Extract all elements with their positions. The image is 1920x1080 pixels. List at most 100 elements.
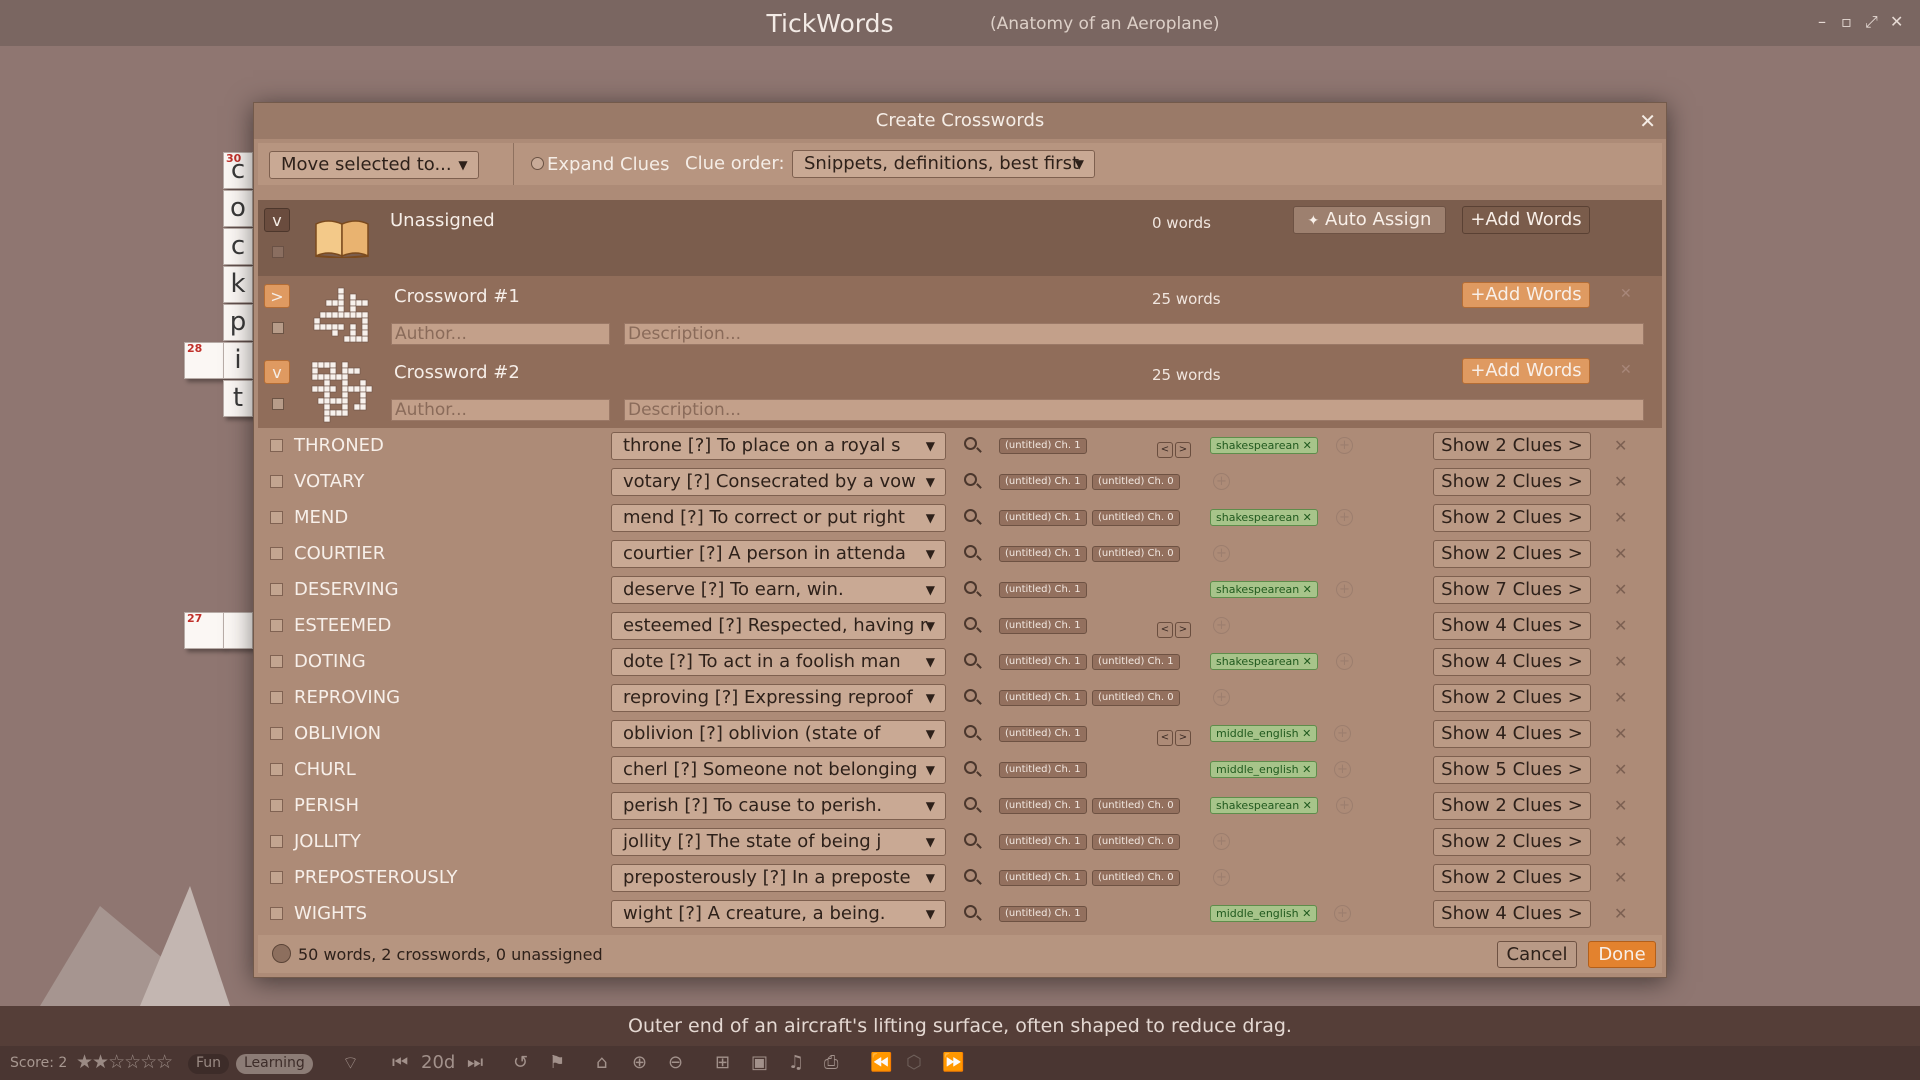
- row-checkbox[interactable]: [270, 439, 283, 452]
- remove-word-icon[interactable]: ✕: [1614, 652, 1627, 671]
- search-icon[interactable]: [964, 833, 977, 846]
- prev-arrow-icon[interactable]: <: [1157, 442, 1173, 458]
- author-field[interactable]: Author...: [391, 399, 610, 421]
- skip-back-icon[interactable]: ⏪: [870, 1052, 892, 1073]
- delete-crossword-icon[interactable]: ✕: [1620, 362, 1632, 378]
- zoom-out-icon[interactable]: ⊖: [668, 1052, 683, 1073]
- tag-chip[interactable]: shakespearean ✕: [1210, 653, 1318, 670]
- add-tag-icon[interactable]: +: [1334, 761, 1351, 778]
- tag-remove-icon[interactable]: ✕: [1303, 799, 1312, 812]
- show-clues-button[interactable]: Show 4 Clues >: [1433, 648, 1591, 676]
- source-chip[interactable]: (untitled) Ch. 1: [999, 762, 1087, 778]
- row-checkbox[interactable]: [270, 475, 283, 488]
- show-clues-button[interactable]: Show 4 Clues >: [1433, 612, 1591, 640]
- next-icon[interactable]: ⏭: [467, 1052, 483, 1073]
- add-tag-icon[interactable]: +: [1336, 653, 1353, 670]
- remove-word-icon[interactable]: ✕: [1614, 472, 1627, 491]
- add-tag-icon[interactable]: +: [1336, 581, 1353, 598]
- grid-cell[interactable]: t: [223, 380, 253, 417]
- tag-chip[interactable]: middle_english ✕: [1210, 725, 1318, 742]
- remove-word-icon[interactable]: ✕: [1614, 724, 1627, 743]
- auto-assign-button[interactable]: ✦ Auto Assign: [1293, 206, 1446, 234]
- add-tag-icon[interactable]: +: [1213, 545, 1230, 562]
- fold-icon[interactable]: ⌔: [342, 1052, 359, 1075]
- group-expand-toggle[interactable]: >: [264, 284, 290, 308]
- source-chip[interactable]: (untitled) Ch. 1: [999, 726, 1087, 742]
- source-chip[interactable]: (untitled) Ch. 1: [999, 834, 1087, 850]
- source-chip[interactable]: (untitled) Ch. 0: [1092, 510, 1180, 526]
- clue-select-dropdown[interactable]: votary [?] Consecrated by a vow ▼: [611, 468, 946, 496]
- fullscreen-icon[interactable]: ⤢: [1865, 12, 1878, 32]
- clue-select-dropdown[interactable]: mend [?] To correct or put right ▼: [611, 504, 946, 532]
- show-clues-button[interactable]: Show 4 Clues >: [1433, 720, 1591, 748]
- source-chip[interactable]: (untitled) Ch. 0: [1092, 474, 1180, 490]
- add-words-button[interactable]: +Add Words: [1462, 206, 1590, 234]
- dialog-close-icon[interactable]: ✕: [1639, 109, 1656, 133]
- rating-stars[interactable]: ★★☆☆☆☆: [76, 1051, 173, 1073]
- next-arrow-icon[interactable]: >: [1175, 730, 1191, 746]
- source-chip[interactable]: (untitled) Ch. 0: [1092, 798, 1180, 814]
- add-words-button[interactable]: +Add Words: [1462, 358, 1590, 384]
- tag-chip[interactable]: shakespearean ✕: [1210, 581, 1318, 598]
- remove-word-icon[interactable]: ✕: [1614, 544, 1627, 563]
- clue-select-dropdown[interactable]: oblivion [?] oblivion (state of ▼: [611, 720, 946, 748]
- next-arrow-icon[interactable]: >: [1175, 442, 1191, 458]
- group-checkbox[interactable]: [272, 246, 284, 258]
- clue-select-dropdown[interactable]: dote [?] To act in a foolish man ▼: [611, 648, 946, 676]
- grid-cell[interactable]: 27: [184, 612, 224, 649]
- tag-chip[interactable]: shakespearean ✕: [1210, 509, 1318, 526]
- remove-word-icon[interactable]: ✕: [1614, 580, 1627, 599]
- prev-arrow-icon[interactable]: <: [1157, 622, 1173, 638]
- description-field[interactable]: Description...: [624, 399, 1644, 421]
- source-chip[interactable]: (untitled) Ch. 0: [1092, 870, 1180, 886]
- remove-word-icon[interactable]: ✕: [1614, 760, 1627, 779]
- search-icon[interactable]: [964, 617, 977, 630]
- add-tag-icon[interactable]: +: [1334, 905, 1351, 922]
- add-tag-icon[interactable]: +: [1213, 689, 1230, 706]
- grid-cell[interactable]: o: [223, 190, 253, 227]
- group-checkbox[interactable]: [272, 398, 284, 410]
- expand-clues-label[interactable]: Expand Clues: [547, 154, 669, 175]
- music-icon[interactable]: ♫: [788, 1052, 804, 1073]
- close-window-icon[interactable]: ✕: [1890, 12, 1903, 31]
- row-checkbox[interactable]: [270, 619, 283, 632]
- remove-word-icon[interactable]: ✕: [1614, 832, 1627, 851]
- show-clues-button[interactable]: Show 2 Clues >: [1433, 504, 1591, 532]
- add-tag-icon[interactable]: +: [1213, 617, 1230, 634]
- source-chip[interactable]: (untitled) Ch. 1: [999, 870, 1087, 886]
- cancel-button[interactable]: Cancel: [1497, 941, 1577, 968]
- group-collapse-toggle[interactable]: v: [264, 360, 290, 384]
- grid-cell[interactable]: 30 c: [223, 152, 253, 189]
- remove-word-icon[interactable]: ✕: [1614, 436, 1627, 455]
- done-button[interactable]: Done: [1588, 941, 1656, 968]
- search-icon[interactable]: [964, 473, 977, 486]
- search-icon[interactable]: [964, 545, 977, 558]
- expand-clues-radio[interactable]: [531, 157, 544, 170]
- tag-remove-icon[interactable]: ✕: [1303, 655, 1312, 668]
- zoom-in-icon[interactable]: ⊕: [632, 1052, 647, 1073]
- source-chip[interactable]: (untitled) Ch. 1: [1092, 654, 1180, 670]
- group-collapse-toggle[interactable]: v: [264, 208, 290, 232]
- show-clues-button[interactable]: Show 2 Clues >: [1433, 828, 1591, 856]
- search-icon[interactable]: [964, 689, 977, 702]
- grid-cell[interactable]: c: [223, 228, 253, 265]
- search-icon[interactable]: [964, 437, 977, 450]
- grid-cell[interactable]: 28: [184, 342, 224, 379]
- grid-cell[interactable]: p: [223, 304, 253, 341]
- tag-remove-icon[interactable]: ✕: [1303, 583, 1312, 596]
- remove-word-icon[interactable]: ✕: [1614, 904, 1627, 923]
- home-icon[interactable]: ⌂: [596, 1052, 607, 1073]
- row-checkbox[interactable]: [270, 763, 283, 776]
- row-checkbox[interactable]: [270, 871, 283, 884]
- remove-word-icon[interactable]: ✕: [1614, 796, 1627, 815]
- show-clues-button[interactable]: Show 4 Clues >: [1433, 900, 1591, 928]
- search-icon[interactable]: [964, 653, 977, 666]
- tag-remove-icon[interactable]: ✕: [1303, 511, 1312, 524]
- remove-word-icon[interactable]: ✕: [1614, 688, 1627, 707]
- add-tag-icon[interactable]: +: [1336, 509, 1353, 526]
- author-field[interactable]: Author...: [391, 323, 610, 345]
- show-clues-button[interactable]: Show 7 Clues >: [1433, 576, 1591, 604]
- mode-fun-tab[interactable]: Fun: [188, 1054, 230, 1074]
- show-clues-button[interactable]: Show 2 Clues >: [1433, 792, 1591, 820]
- show-clues-button[interactable]: Show 2 Clues >: [1433, 432, 1591, 460]
